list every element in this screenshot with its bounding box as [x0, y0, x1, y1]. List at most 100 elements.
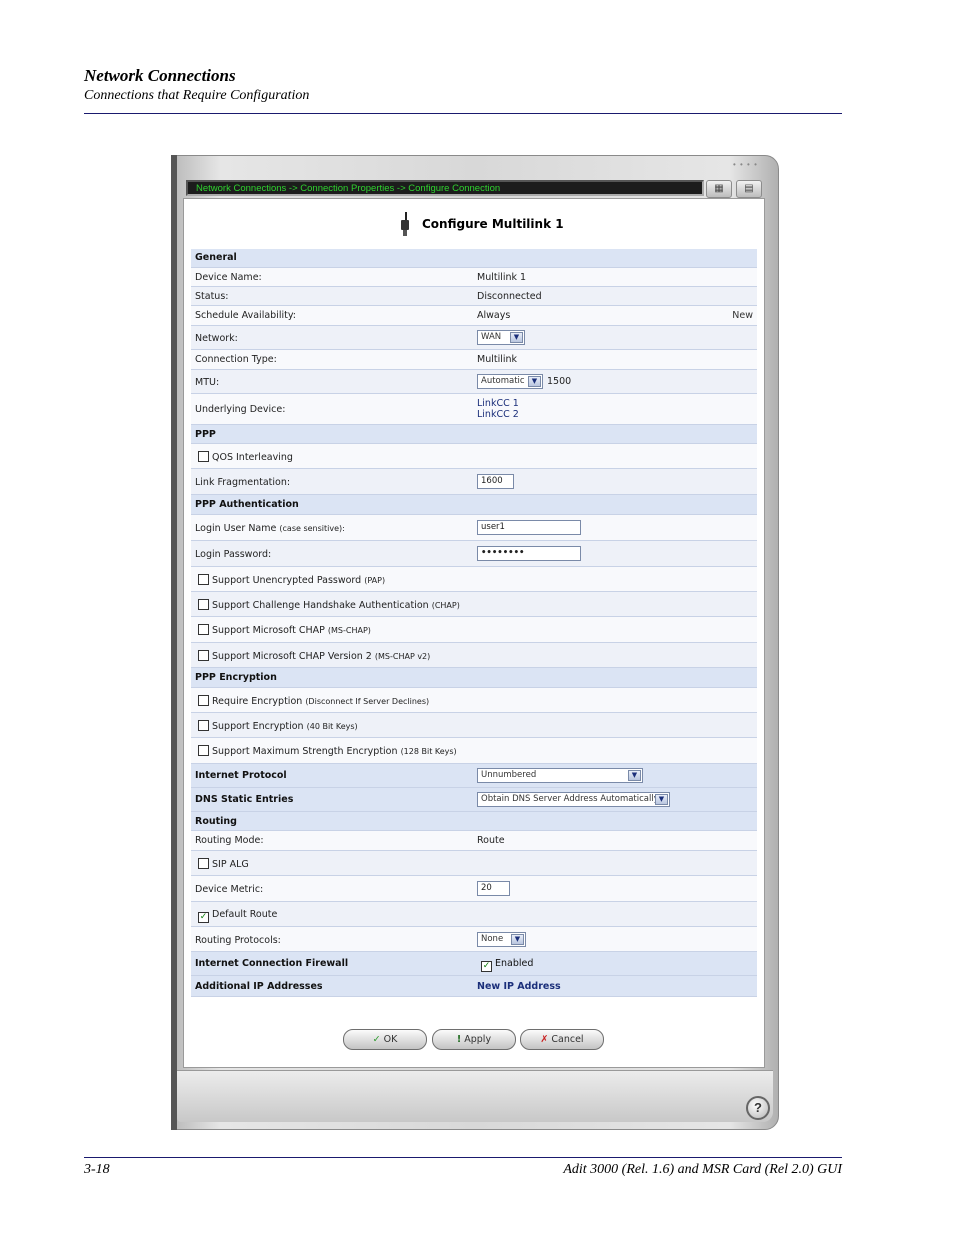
- header-rule: [84, 113, 842, 114]
- mschap2-checkbox[interactable]: [198, 650, 209, 661]
- login-user-label: Login User Name (case sensitive):: [195, 523, 345, 534]
- routing-protocols-select[interactable]: None ▼: [477, 932, 526, 947]
- mtu-select-value: Automatic: [481, 376, 525, 386]
- window-grip-icon[interactable]: • • • •: [733, 161, 763, 169]
- status-label: Status:: [195, 291, 229, 302]
- device-metric-input[interactable]: 20: [477, 881, 510, 896]
- apply-label: Apply: [464, 1034, 492, 1045]
- login-password-label: Login Password:: [195, 549, 272, 560]
- default-route-checkbox[interactable]: ✓: [198, 912, 209, 923]
- device-name-value: Multilink 1: [477, 272, 527, 283]
- section-ppp-encryption: PPP Encryption: [191, 668, 757, 688]
- qos-checkbox-item[interactable]: QOS Interleaving: [198, 451, 293, 463]
- section-internet-protocol: Internet Protocol Unnumbered ▼: [191, 764, 757, 788]
- mschap-note: (MS-CHAP): [327, 626, 371, 635]
- support-encryption-128-note: (128 Bit Keys): [400, 747, 457, 756]
- row-chap: Support Challenge Handshake Authenticati…: [191, 592, 757, 617]
- document-footer-title: Adit 3000 (Rel. 1.6) and MSR Card (Rel 2…: [563, 1162, 842, 1177]
- row-default-route: ✓ Default Route: [191, 902, 757, 927]
- underlying-device-2-link[interactable]: LinkCC 2: [477, 409, 519, 420]
- section-label: PPP Authentication: [195, 499, 299, 510]
- section-label: Internet Protocol: [195, 770, 287, 781]
- breadcrumb-text[interactable]: Network Connections -> Connection Proper…: [196, 183, 500, 194]
- connection-type-value: Multilink: [477, 354, 518, 365]
- mschap2-label: Support Microsoft CHAP Version 2: [212, 651, 372, 662]
- mschap-checkbox[interactable]: [198, 624, 209, 635]
- pap-checkbox[interactable]: [198, 574, 209, 585]
- row-mtu: MTU: Automatic ▼ 1500: [191, 370, 757, 394]
- mschap2-checkbox-item[interactable]: Support Microsoft CHAP Version 2 (MS-CHA…: [198, 650, 430, 662]
- mtu-select[interactable]: Automatic ▼: [477, 374, 543, 389]
- row-login-user: Login User Name (case sensitive): user1: [191, 515, 757, 541]
- firewall-checkbox[interactable]: ✓: [481, 961, 492, 972]
- internet-protocol-select-value: Unnumbered: [481, 770, 537, 780]
- row-sip-alg: SIP ALG: [191, 851, 757, 876]
- section-label: DNS Static Entries: [195, 794, 294, 805]
- internet-protocol-select[interactable]: Unnumbered ▼: [477, 768, 643, 783]
- row-schedule: Schedule Availability: Always New: [191, 306, 757, 326]
- sip-alg-checkbox-item[interactable]: SIP ALG: [198, 858, 249, 870]
- login-user-input[interactable]: user1: [477, 520, 581, 535]
- check-icon: ✓: [372, 1034, 381, 1045]
- schedule-new-link[interactable]: New: [732, 310, 753, 321]
- list-view-icon[interactable]: ▤: [736, 180, 762, 198]
- page-number: 3-18: [84, 1162, 110, 1177]
- underlying-device-label: Underlying Device:: [195, 404, 286, 415]
- window-left-edge: [171, 155, 177, 1130]
- row-qos: QOS Interleaving: [191, 444, 757, 469]
- network-select[interactable]: WAN ▼: [477, 330, 525, 345]
- footer-rule: [84, 1157, 842, 1158]
- sip-alg-label: SIP ALG: [212, 859, 249, 870]
- schedule-label: Schedule Availability:: [195, 310, 296, 321]
- ok-button[interactable]: ✓ OK: [343, 1029, 427, 1050]
- row-routing-mode: Routing Mode: Route: [191, 831, 757, 851]
- ok-label: OK: [383, 1034, 398, 1045]
- row-support-encryption-128: Support Maximum Strength Encryption (128…: [191, 738, 757, 764]
- firewall-checkbox-item[interactable]: ✓ Enabled: [481, 958, 533, 972]
- dns-select[interactable]: Obtain DNS Server Address Automatically …: [477, 792, 670, 807]
- breadcrumb: Network Connections -> Connection Proper…: [186, 180, 704, 196]
- section-label: Routing: [195, 816, 237, 827]
- chap-checkbox-item[interactable]: Support Challenge Handshake Authenticati…: [198, 599, 460, 611]
- sip-alg-checkbox[interactable]: [198, 858, 209, 869]
- require-encryption-checkbox-item[interactable]: Require Encryption (Disconnect If Server…: [198, 695, 429, 707]
- close-icon: ✗: [540, 1034, 549, 1045]
- underlying-device-1-link[interactable]: LinkCC 1: [477, 398, 519, 409]
- device-name-label: Device Name:: [195, 272, 262, 283]
- chevron-down-icon: ▼: [528, 376, 541, 387]
- row-login-password: Login Password: ••••••••: [191, 541, 757, 567]
- support-encryption-128-checkbox[interactable]: [198, 745, 209, 756]
- link-fragmentation-input[interactable]: 1600: [477, 474, 514, 489]
- support-encryption-40-checkbox[interactable]: [198, 720, 209, 731]
- section-label: General: [195, 252, 237, 263]
- help-icon[interactable]: ?: [746, 1096, 770, 1120]
- page-title: Configure Multilink 1: [422, 217, 564, 231]
- cancel-button[interactable]: ✗ Cancel: [520, 1029, 604, 1050]
- section-label: Internet Connection Firewall: [195, 958, 349, 969]
- login-user-note: (case sensitive):: [279, 524, 345, 533]
- window-status-strip: [177, 1070, 773, 1122]
- require-encryption-checkbox[interactable]: [198, 695, 209, 706]
- support-encryption-40-checkbox-item[interactable]: Support Encryption (40 Bit Keys): [198, 720, 358, 732]
- require-encryption-label: Require Encryption: [212, 696, 303, 707]
- qos-checkbox[interactable]: [198, 451, 209, 462]
- default-route-checkbox-item[interactable]: ✓ Default Route: [198, 909, 277, 923]
- apply-button[interactable]: ! Apply: [432, 1029, 516, 1050]
- plug-icon: [401, 212, 409, 236]
- mschap-checkbox-item[interactable]: Support Microsoft CHAP (MS-CHAP): [198, 624, 371, 636]
- section-additional-ip: Additional IP Addresses New IP Address: [191, 976, 757, 997]
- new-ip-address-link[interactable]: New IP Address: [477, 981, 561, 992]
- network-select-value: WAN: [481, 332, 502, 342]
- device-metric-label: Device Metric:: [195, 884, 264, 895]
- row-link-fragmentation: Link Fragmentation: 1600: [191, 469, 757, 495]
- network-map-icon[interactable]: ▦: [706, 180, 732, 198]
- pap-checkbox-item[interactable]: Support Unencrypted Password (PAP): [198, 574, 385, 586]
- section-label: PPP Encryption: [195, 672, 277, 683]
- chap-checkbox[interactable]: [198, 599, 209, 610]
- login-password-input[interactable]: ••••••••: [477, 546, 581, 561]
- document-title: Network Connections: [84, 66, 236, 85]
- support-encryption-128-label: Support Maximum Strength Encryption: [212, 746, 398, 757]
- support-encryption-128-checkbox-item[interactable]: Support Maximum Strength Encryption (128…: [198, 745, 457, 757]
- section-label: PPP: [195, 429, 216, 440]
- row-device-name: Device Name: Multilink 1: [191, 268, 757, 287]
